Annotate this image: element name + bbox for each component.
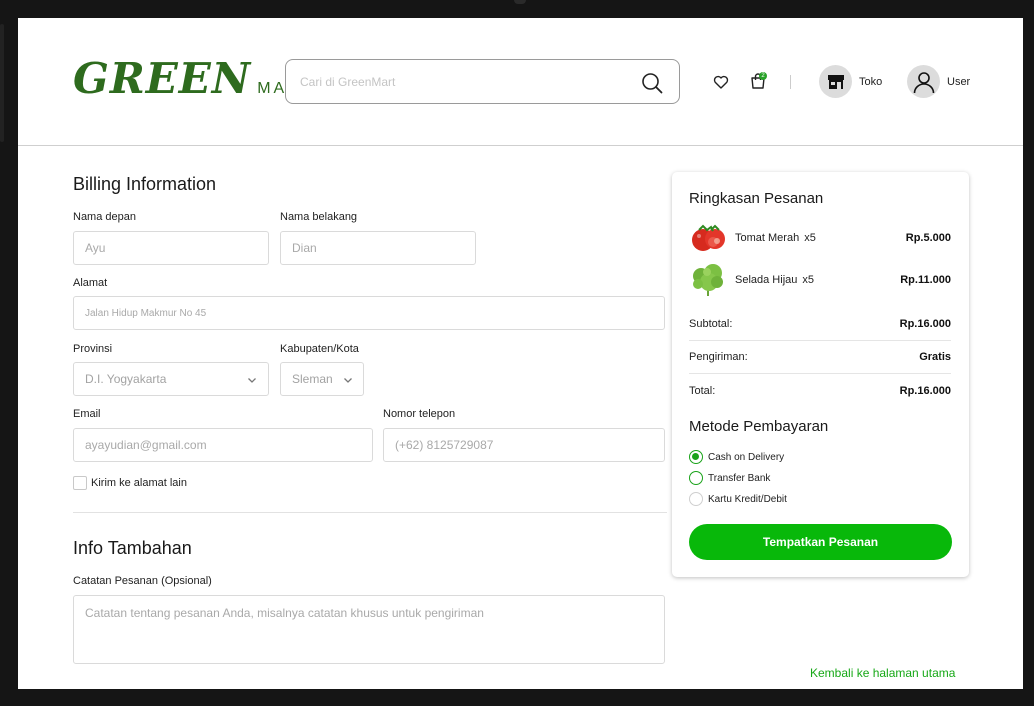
shipping-label: Pengiriman:: [689, 351, 748, 363]
shipping-value: Gratis: [919, 351, 951, 363]
header-divider: [790, 75, 791, 89]
radio-unselected[interactable]: [689, 492, 703, 506]
shipping-row: Pengiriman: Gratis: [689, 351, 951, 363]
user-icon: [913, 71, 934, 93]
order-summary-card: Ringkasan Pesanan Tomat Merah x5 Rp.5.00…: [672, 172, 969, 577]
item-name: Selada Hijau: [735, 274, 798, 286]
summary-divider: [689, 373, 951, 374]
item-price: Rp.11.000: [900, 274, 951, 286]
cart-count-badge: 2: [759, 72, 767, 80]
last-name-field: [280, 231, 476, 265]
payment-option-transfer[interactable]: Transfer Bank: [689, 471, 770, 485]
search-icon[interactable]: [641, 72, 663, 94]
logo[interactable]: GREEN MART: [73, 58, 314, 100]
section-divider: [73, 512, 667, 513]
ship-other-checkbox[interactable]: [73, 476, 87, 490]
store-button[interactable]: Toko: [819, 65, 882, 98]
checkout-screen: GREEN MART 2: [18, 18, 1023, 689]
avatar: [907, 65, 940, 98]
place-order-button[interactable]: Tempatkan Pesanan: [689, 524, 952, 560]
billing-title: Billing Information: [73, 174, 217, 194]
payment-option-card[interactable]: Kartu Kredit/Debit: [689, 492, 787, 506]
summary-divider: [689, 340, 951, 341]
device-edge: [0, 24, 4, 142]
first-name-label: Nama depan: [73, 211, 136, 223]
logo-main-text: GREEN: [73, 54, 252, 103]
total-row: Total: Rp.16.000: [689, 385, 951, 397]
chevron-down-icon: [248, 378, 256, 383]
list-item: Tomat Merah x5 Rp.5.000: [689, 220, 951, 256]
summary-title: Ringkasan Pesanan: [689, 190, 824, 207]
first-name-input[interactable]: [74, 232, 268, 264]
province-label: Provinsi: [73, 343, 113, 355]
total-label: Total:: [689, 385, 716, 397]
site-header: GREEN MART 2: [18, 18, 1023, 146]
user-button[interactable]: User: [907, 65, 970, 98]
chevron-down-icon: [344, 378, 352, 383]
phone-field: [383, 428, 665, 462]
province-select[interactable]: D.I. Yogyakarta: [73, 362, 269, 396]
ship-other-label: Kirim ke alamat lain: [91, 477, 187, 489]
province-value: D.I. Yogyakarta: [85, 372, 167, 386]
store-icon: [827, 74, 844, 89]
address-input[interactable]: [74, 297, 664, 329]
subtotal-label: Subtotal:: [689, 318, 733, 330]
search-bar: [285, 59, 680, 104]
email-input[interactable]: [74, 429, 372, 461]
total-value: Rp.16.000: [899, 385, 951, 397]
store-label: Toko: [859, 75, 883, 88]
payment-title: Metode Pembayaran: [689, 418, 829, 435]
item-price: Rp.5.000: [905, 232, 951, 244]
address-label: Alamat: [73, 277, 108, 289]
city-select[interactable]: Sleman: [280, 362, 364, 396]
radio-selected[interactable]: [689, 450, 703, 464]
search-input[interactable]: [300, 71, 620, 93]
city-value: Sleman: [292, 372, 333, 386]
last-name-input[interactable]: [281, 232, 475, 264]
phone-input[interactable]: [384, 429, 664, 461]
lettuce-image: [693, 264, 723, 296]
city-label: Kabupaten/Kota: [280, 343, 359, 355]
email-field: [73, 428, 373, 462]
tomato-image: [692, 224, 725, 251]
store-avatar: [819, 65, 852, 98]
subtotal-row: Subtotal: Rp.16.000: [689, 318, 951, 330]
item-qty: x5: [802, 274, 814, 286]
item-qty: x5: [804, 232, 816, 244]
address-field: [73, 296, 665, 330]
phone-label: Nomor telepon: [383, 408, 456, 420]
item-name: Tomat Merah: [735, 232, 800, 244]
subtotal-value: Rp.16.000: [899, 318, 951, 330]
payment-option-label: Transfer Bank: [708, 472, 771, 484]
notes-textarea[interactable]: [74, 596, 664, 663]
notes-field: [73, 595, 665, 664]
first-name-field: [73, 231, 269, 265]
heart-icon[interactable]: [713, 74, 729, 90]
payment-option-label: Cash on Delivery: [708, 451, 785, 463]
notes-label: Catatan Pesanan (Opsional): [73, 575, 212, 587]
payment-option-cod[interactable]: Cash on Delivery: [689, 450, 784, 464]
user-label: User: [947, 75, 971, 88]
list-item: Selada Hijau x5 Rp.11.000: [689, 262, 951, 298]
last-name-label: Nama belakang: [280, 211, 358, 223]
email-label: Email: [73, 408, 101, 420]
extra-info-title: Info Tambahan: [73, 538, 192, 558]
back-to-home-link[interactable]: Kembali ke halaman utama: [810, 666, 955, 680]
camera-notch: [514, 0, 526, 4]
payment-option-label: Kartu Kredit/Debit: [708, 493, 787, 505]
radio-unselected[interactable]: [689, 471, 703, 485]
